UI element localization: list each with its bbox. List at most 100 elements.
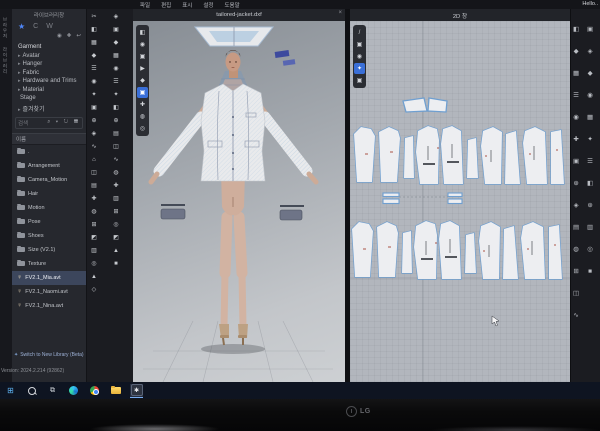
library-tab-icon[interactable]: W bbox=[46, 23, 53, 30]
tree-item-avatar[interactable]: ▸Avatar bbox=[18, 53, 86, 59]
view-mode-icon-3d[interactable]: ◍ bbox=[137, 111, 148, 122]
tool-icon-2d[interactable]: ✦ bbox=[587, 135, 592, 144]
tool-icon[interactable]: ◆ bbox=[92, 52, 97, 61]
clo3d-app[interactable]: ✱ bbox=[130, 384, 143, 398]
tool-icon[interactable]: ▤ bbox=[91, 182, 97, 191]
chrome-app[interactable] bbox=[88, 384, 101, 397]
tool-icon-2d[interactable]: ◆ bbox=[588, 69, 593, 78]
tool-icon-2d[interactable]: ▣ bbox=[573, 157, 579, 166]
tool-icon-2d[interactable]: ◉ bbox=[587, 91, 593, 100]
tool-icon[interactable]: ◧ bbox=[91, 26, 97, 35]
arrangement-tag[interactable] bbox=[275, 50, 296, 66]
garment-collar-piece[interactable] bbox=[195, 27, 273, 46]
tool-icon[interactable]: ∿ bbox=[91, 143, 96, 152]
tool-icon[interactable]: ▦ bbox=[91, 39, 97, 48]
canvas-3d[interactable] bbox=[133, 21, 345, 382]
folder-row[interactable]: Motion bbox=[12, 201, 86, 215]
view-mode-icon-2d[interactable]: ◉ bbox=[354, 51, 365, 62]
library-action-icon[interactable]: ◉ bbox=[57, 33, 62, 39]
folder-row[interactable]: Camera_Motion bbox=[12, 173, 86, 187]
tool-icon-2d[interactable]: ▥ bbox=[587, 223, 593, 232]
view-mode-icon-3d[interactable]: ▣ bbox=[137, 51, 148, 62]
tool-icon[interactable]: ⊞ bbox=[91, 221, 96, 230]
tree-section-garment[interactable]: Garment bbox=[18, 44, 86, 50]
tool-icon-2d[interactable]: ◫ bbox=[573, 289, 579, 298]
tool-icon-2d[interactable]: ⊕ bbox=[587, 201, 592, 210]
tool-icon-2d[interactable]: ▣ bbox=[587, 25, 593, 34]
tool-icon[interactable]: ◉ bbox=[113, 65, 118, 74]
tool-icon[interactable]: ◆ bbox=[114, 39, 119, 48]
flap-pattern-pieces[interactable] bbox=[383, 193, 462, 204]
close-icon[interactable]: × bbox=[338, 10, 342, 16]
tool-icon[interactable]: ✂ bbox=[91, 13, 96, 22]
tree-item-stage[interactable]: Stage bbox=[18, 95, 86, 101]
tool-icon-2d[interactable]: ▦ bbox=[587, 113, 593, 122]
search-button[interactable] bbox=[25, 384, 38, 397]
menu-item[interactable]: 편집 bbox=[161, 1, 171, 9]
tool-icon[interactable]: ✚ bbox=[91, 195, 96, 204]
view-mode-icon-3d[interactable]: ▣ bbox=[137, 87, 148, 98]
library-action-icon[interactable]: ↩ bbox=[76, 33, 81, 39]
view-mode-icon-2d[interactable]: ✦ bbox=[354, 63, 365, 74]
tool-icon[interactable]: ✦ bbox=[113, 91, 118, 100]
tool-icon[interactable]: ◫ bbox=[113, 143, 119, 152]
menu-item[interactable]: 설정 bbox=[203, 1, 213, 9]
tool-icon-2d[interactable]: ◆ bbox=[574, 47, 579, 56]
view-mode-icon-3d[interactable]: ◧ bbox=[137, 27, 148, 38]
pattern-row-2[interactable] bbox=[352, 221, 562, 279]
menu-item[interactable]: 파일 bbox=[140, 1, 150, 9]
file-explorer-app[interactable] bbox=[109, 384, 122, 397]
library-search[interactable]: 검색 ⌕ ▾ ↻ ▦ bbox=[15, 117, 83, 129]
avatar-file-row[interactable]: ♀FV2.1_Mia.avt bbox=[12, 271, 86, 285]
pattern-row-1[interactable] bbox=[354, 126, 564, 184]
tool-icon[interactable]: ⊞ bbox=[113, 208, 118, 217]
canvas-2d[interactable] bbox=[350, 21, 570, 382]
tool-icon[interactable]: ☰ bbox=[113, 78, 118, 87]
tool-icon-2d[interactable]: ◧ bbox=[587, 179, 593, 188]
tool-icon-2d[interactable]: ▦ bbox=[573, 69, 579, 78]
tree-item-fabric[interactable]: ▸Fabric bbox=[18, 70, 86, 76]
tool-icon[interactable]: ◍ bbox=[113, 169, 118, 178]
folder-row[interactable]: Arrangement bbox=[12, 159, 86, 173]
tool-icon[interactable]: ◧ bbox=[113, 104, 119, 113]
view-mode-icon-3d[interactable]: ▶ bbox=[137, 63, 148, 74]
view-mode-icon-3d[interactable]: ◉ bbox=[137, 39, 148, 50]
tree-item-hanger[interactable]: ▸Hanger bbox=[18, 61, 86, 67]
rail-tab[interactable]: 라이브러리 bbox=[2, 47, 8, 75]
tree-item-hardware-and-trims[interactable]: ▸Hardware and Trims bbox=[18, 78, 86, 84]
tool-icon-2d[interactable]: ☰ bbox=[573, 91, 579, 100]
tool-icon[interactable]: ◉ bbox=[91, 78, 96, 87]
name-column-header[interactable]: 이름 bbox=[12, 133, 86, 145]
view-mode-icon-3d[interactable]: ◎ bbox=[137, 123, 148, 134]
tool-icon[interactable]: ◩ bbox=[91, 234, 97, 243]
tool-icon[interactable]: ◈ bbox=[114, 13, 119, 22]
garment-jacket[interactable] bbox=[201, 84, 265, 181]
viewport-3d[interactable]: tailored-jacket.dxf × bbox=[133, 9, 345, 382]
view-mode-icon-2d[interactable]: ▣ bbox=[354, 39, 365, 50]
tool-icon[interactable]: ▣ bbox=[113, 26, 119, 35]
tool-icon-2d[interactable]: ✚ bbox=[573, 135, 578, 144]
tree-item-material[interactable]: ▸Material bbox=[18, 87, 86, 93]
tool-icon[interactable]: ◎ bbox=[113, 221, 118, 230]
tool-icon[interactable]: ⊕ bbox=[91, 117, 96, 126]
edge-app[interactable] bbox=[67, 384, 80, 397]
tool-icon-2d[interactable]: ■ bbox=[588, 267, 592, 276]
task-view-button[interactable]: ⧉ bbox=[46, 384, 59, 397]
tool-icon[interactable]: ▥ bbox=[113, 195, 119, 204]
tool-icon[interactable]: ◎ bbox=[91, 260, 96, 269]
tool-icon-2d[interactable]: ◈ bbox=[588, 47, 593, 56]
tool-icon[interactable]: ◍ bbox=[91, 208, 96, 217]
tool-icon[interactable]: ▤ bbox=[113, 130, 119, 139]
folder-row[interactable]: Pose bbox=[12, 215, 86, 229]
library-tab-icon[interactable]: C bbox=[33, 23, 38, 30]
folder-row[interactable]: Texture bbox=[12, 257, 86, 271]
tool-icon[interactable]: ◇ bbox=[92, 286, 97, 295]
tool-icon[interactable]: ◩ bbox=[113, 234, 119, 243]
search-icons[interactable]: ⌕ ▾ ↻ ▦ bbox=[47, 119, 80, 126]
view-mode-icon-2d[interactable]: ▣ bbox=[354, 75, 365, 86]
tool-icon[interactable]: ■ bbox=[114, 260, 118, 269]
view-mode-icon-3d[interactable]: ✚ bbox=[137, 99, 148, 110]
folder-row[interactable]: . bbox=[12, 145, 86, 159]
library-tab-icon[interactable]: ★ bbox=[18, 22, 25, 31]
tool-icon-2d[interactable]: ∿ bbox=[573, 311, 578, 320]
